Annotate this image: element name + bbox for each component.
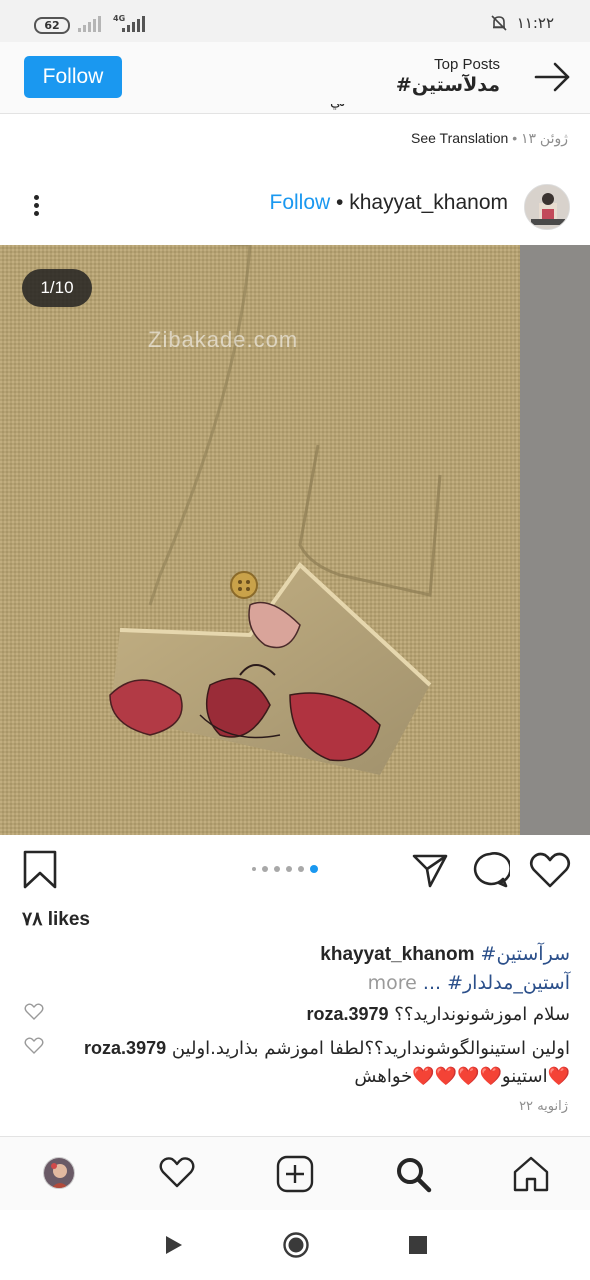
heart-icon[interactable] bbox=[528, 850, 572, 890]
previous-caption-fragment: ني bbox=[330, 104, 360, 116]
comment-icon[interactable] bbox=[470, 850, 510, 890]
status-bar: 62 4G ١١:٢٢ bbox=[0, 0, 590, 42]
profile-tab[interactable] bbox=[43, 1157, 75, 1189]
home-icon[interactable] bbox=[512, 1155, 550, 1193]
arrow-right-icon[interactable] bbox=[534, 60, 572, 94]
likes-count[interactable]: ۷۸ likes bbox=[22, 908, 90, 931]
post-username[interactable]: khayyat_khanom bbox=[349, 191, 508, 214]
mute-bell-icon bbox=[491, 15, 507, 31]
caption-ellipsis: ... bbox=[422, 972, 442, 994]
battery-indicator: 62 bbox=[34, 17, 70, 34]
caption-line-1: khayyat_khanom #سرآستین bbox=[20, 940, 570, 969]
post-action-bar bbox=[0, 842, 590, 898]
post-user-line: Follow • khayyat_khanom bbox=[270, 191, 509, 215]
profile-avatar bbox=[43, 1157, 75, 1189]
watermark: Zibakade.com bbox=[148, 327, 299, 352]
status-clock: ١١:٢٢ bbox=[516, 14, 554, 32]
search-icon[interactable] bbox=[394, 1155, 432, 1193]
bottom-navigation bbox=[0, 1136, 590, 1210]
system-navigation-bar bbox=[0, 1210, 590, 1280]
see-translation-link[interactable]: See Translation bbox=[411, 130, 508, 146]
caption-line-2: more ... #آستین_مدلدار bbox=[20, 969, 570, 997]
caption-more-link[interactable]: more bbox=[368, 972, 417, 994]
back-triangle-icon[interactable] bbox=[164, 1234, 184, 1256]
more-options-icon[interactable] bbox=[26, 192, 46, 222]
header-titles: Top Posts #مدلآستین bbox=[396, 56, 500, 96]
comment-text: اولين استينوالگوشونداريد؟؟لطفا اموزشم بذ… bbox=[171, 1038, 570, 1087]
signal-strength-icon-2 bbox=[122, 16, 145, 32]
comment-row: roza.3979 اولين استينوالگوشونداريد؟؟لطفا… bbox=[70, 1034, 570, 1091]
comment-row: roza.3979 سلام اموزشونونداريد؟؟ bbox=[20, 1000, 570, 1029]
hashtag-title[interactable]: #مدلآستین bbox=[396, 74, 500, 96]
carousel-indicator bbox=[252, 865, 318, 873]
comment-username[interactable]: roza.3979 bbox=[306, 1004, 388, 1024]
previous-post-meta: See Translation • ۱۳ ژوئن bbox=[411, 130, 568, 147]
home-circle-icon[interactable] bbox=[282, 1231, 310, 1259]
new-post-icon[interactable] bbox=[276, 1155, 314, 1193]
image-counter: 1/10 bbox=[22, 269, 92, 307]
post-image[interactable]: 1/10 Zibakade.com bbox=[0, 245, 590, 835]
app-header: Follow Top Posts #مدلآستین bbox=[0, 42, 590, 114]
caption-hashtag-1[interactable]: #سرآستین bbox=[481, 943, 570, 965]
share-icon[interactable] bbox=[410, 850, 450, 890]
header-subtitle: Top Posts bbox=[434, 56, 500, 73]
post-follow-button[interactable]: Follow bbox=[270, 191, 331, 214]
username-separator: • bbox=[336, 191, 344, 214]
signal-strength-icon bbox=[78, 16, 101, 32]
comment-text: سلام اموزشونونداريد؟؟ bbox=[394, 1004, 570, 1025]
post-date: ۲۲ ژانویه bbox=[519, 1099, 568, 1114]
post-caption: khayyat_khanom #سرآستین more ... #آستین_… bbox=[20, 940, 570, 997]
recents-square-icon[interactable] bbox=[408, 1235, 428, 1255]
caption-username[interactable]: khayyat_khanom bbox=[320, 944, 474, 965]
comment-username[interactable]: roza.3979 bbox=[84, 1038, 166, 1058]
previous-post-date: ۱۳ ژوئن bbox=[520, 130, 568, 146]
comment-like-heart-icon[interactable] bbox=[24, 1037, 44, 1055]
bookmark-icon[interactable] bbox=[22, 850, 58, 890]
caption-hashtag-2[interactable]: #آستین_مدلدار bbox=[447, 972, 570, 994]
avatar[interactable] bbox=[524, 184, 570, 230]
activity-heart-icon[interactable] bbox=[158, 1155, 196, 1189]
post-header: Follow • khayyat_khanom bbox=[0, 178, 590, 238]
header-follow-button[interactable]: Follow bbox=[24, 56, 122, 98]
meta-separator: • bbox=[512, 130, 518, 146]
